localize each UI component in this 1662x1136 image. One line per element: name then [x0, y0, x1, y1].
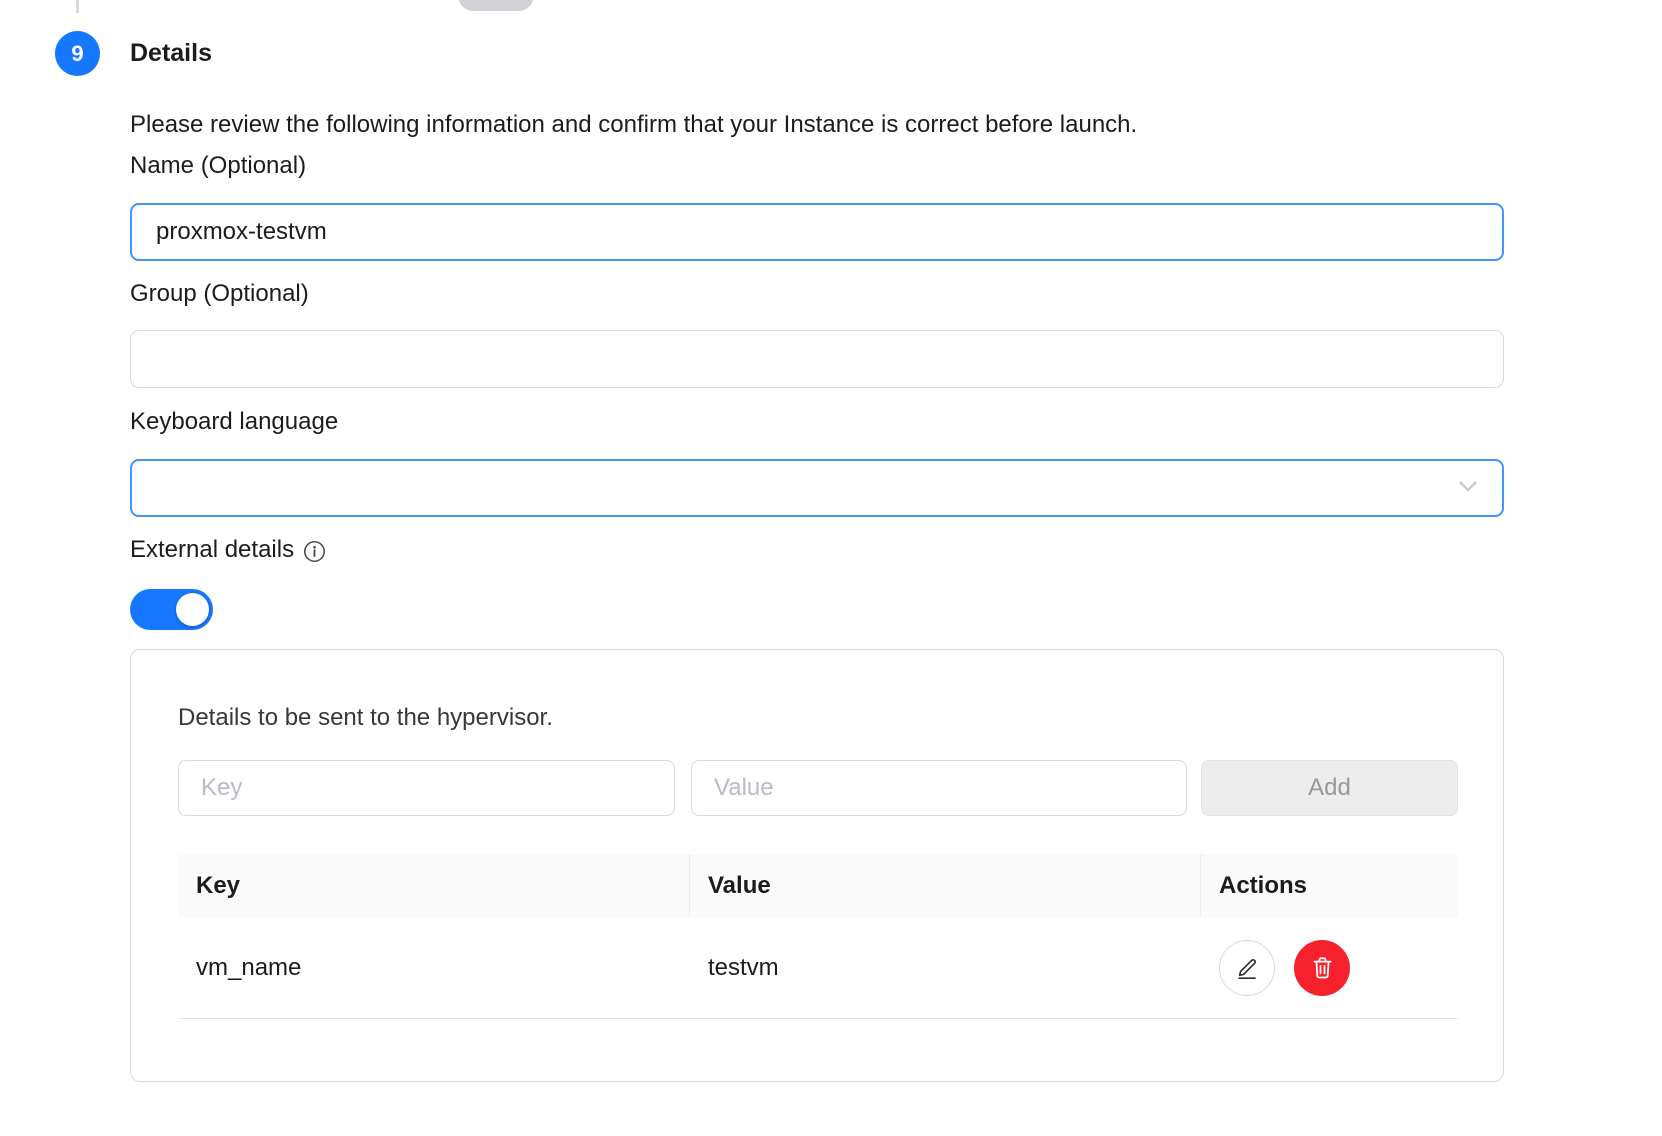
external-details-row: External details — [130, 536, 326, 564]
group-input[interactable] — [130, 330, 1504, 388]
toggle-knob — [176, 593, 209, 626]
table-header-row: Key Value Actions — [178, 854, 1458, 917]
row-actions-cell — [1201, 917, 1458, 1018]
external-details-toggle[interactable] — [130, 589, 213, 630]
hypervisor-details-panel: Details to be sent to the hypervisor. Ad… — [130, 649, 1504, 1082]
intro-text: Please review the following information … — [130, 111, 1510, 139]
key-input[interactable] — [178, 760, 675, 816]
step-number: 9 — [71, 41, 83, 67]
info-icon[interactable] — [303, 540, 326, 563]
panel-description: Details to be sent to the hypervisor. — [178, 704, 553, 732]
keyboard-language-select[interactable] — [130, 459, 1504, 517]
chevron-down-icon — [1454, 472, 1482, 505]
keyboard-language-label: Keyboard language — [130, 408, 338, 436]
group-label: Group (Optional) — [130, 280, 309, 308]
table-header-key: Key — [178, 854, 690, 917]
row-key-cell: vm_name — [178, 917, 690, 1018]
table-header-value: Value — [690, 854, 1201, 917]
value-input[interactable] — [691, 760, 1187, 816]
key-value-table: Key Value Actions vm_name testvm — [178, 854, 1458, 1019]
table-header-actions: Actions — [1201, 854, 1458, 917]
name-label: Name (Optional) — [130, 152, 306, 180]
pencil-icon — [1234, 955, 1260, 981]
table-row: vm_name testvm — [178, 917, 1458, 1019]
page-title: Details — [130, 39, 212, 68]
delete-button[interactable] — [1294, 940, 1350, 996]
details-step-page: 9 Details Please review the following in… — [0, 0, 1662, 1136]
trash-icon — [1309, 954, 1336, 981]
step-number-badge: 9 — [55, 31, 100, 76]
add-button[interactable]: Add — [1201, 760, 1458, 816]
step-connector-line — [76, 0, 79, 13]
row-value-cell: testvm — [690, 917, 1201, 1018]
cropped-toggle[interactable] — [458, 0, 534, 11]
edit-button[interactable] — [1219, 940, 1275, 996]
name-input[interactable] — [130, 203, 1504, 261]
external-details-label: External details — [130, 536, 294, 564]
